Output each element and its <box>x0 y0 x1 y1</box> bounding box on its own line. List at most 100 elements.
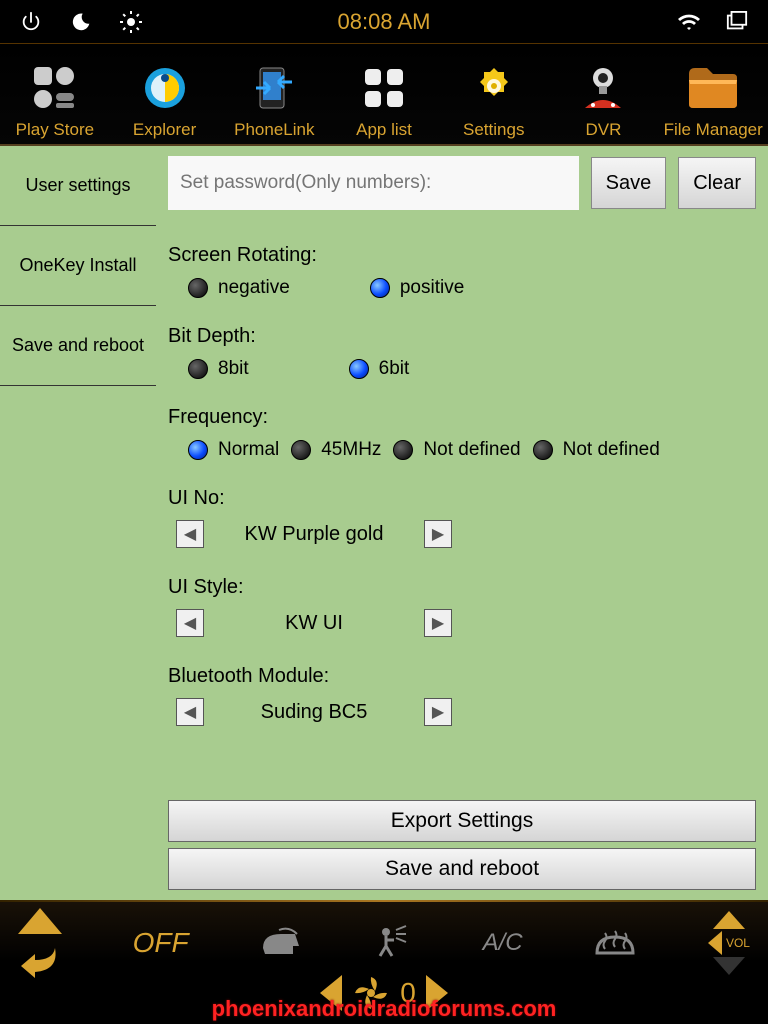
watermark: phoenixandroidradioforums.com <box>212 996 557 1022</box>
file-manager-icon <box>685 60 741 116</box>
main-area: User settings OneKey Install Save and re… <box>0 146 768 900</box>
radio-label: 6bit <box>379 358 410 380</box>
ui-style-label: UI Style: <box>168 576 756 599</box>
app-dvr[interactable]: DVR <box>549 50 659 144</box>
play-store-icon <box>27 60 83 116</box>
bluetooth-next[interactable]: ▶ <box>424 698 452 726</box>
radio-8bit[interactable]: 8bit <box>188 358 249 380</box>
off-button[interactable]: OFF <box>133 927 189 959</box>
night-icon[interactable] <box>68 9 94 35</box>
vol-button[interactable] <box>708 931 722 955</box>
footer-buttons: Export Settings Save and reboot <box>168 800 756 890</box>
radio-label: negative <box>218 277 290 299</box>
app-label: DVR <box>586 120 622 140</box>
radio-normal[interactable]: Normal <box>188 439 279 461</box>
radio-dot-icon <box>370 278 390 298</box>
temp-up-button[interactable] <box>713 911 745 929</box>
export-settings-button[interactable]: Export Settings <box>168 800 756 842</box>
windows-icon[interactable] <box>724 9 750 35</box>
app-label: Settings <box>463 120 524 140</box>
app-label: App list <box>356 120 412 140</box>
sidebar-onekey-install[interactable]: OneKey Install <box>0 226 156 306</box>
radio-dot-icon <box>188 278 208 298</box>
bluetooth-label: Bluetooth Module: <box>168 665 756 688</box>
radio-label: 8bit <box>218 358 249 380</box>
phonelink-icon <box>246 60 302 116</box>
ui-no-next[interactable]: ▶ <box>424 520 452 548</box>
ui-no-prev[interactable]: ◀ <box>176 520 204 548</box>
app-label: Play Store <box>16 120 94 140</box>
radio-label: Not defined <box>563 439 660 461</box>
radio-label: Not defined <box>423 439 520 461</box>
app-settings[interactable]: Settings <box>439 50 549 144</box>
settings-icon <box>466 60 522 116</box>
radio-45mhz[interactable]: 45MHz <box>291 439 381 461</box>
bluetooth-spinner: ◀ Suding BC5 ▶ <box>176 698 756 726</box>
screen-rotating-options: negative positive <box>188 277 756 299</box>
settings-sidebar: User settings OneKey Install Save and re… <box>0 146 156 900</box>
app-app-list[interactable]: App list <box>329 50 439 144</box>
ui-style-value: KW UI <box>224 612 404 635</box>
app-explorer[interactable]: Explorer <box>110 50 220 144</box>
ac-button[interactable]: A/C <box>483 929 523 957</box>
frequency-label: Frequency: <box>168 406 756 429</box>
save-and-reboot-button[interactable]: Save and reboot <box>168 848 756 890</box>
password-input[interactable] <box>168 156 579 210</box>
radio-negative[interactable]: negative <box>188 277 290 299</box>
defrost-icon <box>593 927 637 959</box>
defrost-button[interactable] <box>593 927 637 959</box>
app-bar: Play Store Explorer PhoneLink App list S… <box>0 44 768 146</box>
power-icon[interactable] <box>18 9 44 35</box>
settings-content: Save Clear Screen Rotating: negative pos… <box>156 146 768 900</box>
password-row: Save Clear <box>168 156 756 210</box>
radio-notdef2[interactable]: Not defined <box>533 439 660 461</box>
radio-dot-icon <box>349 359 369 379</box>
radio-dot-icon <box>291 440 311 460</box>
ui-style-next[interactable]: ▶ <box>424 609 452 637</box>
radio-label: Normal <box>218 439 279 461</box>
ui-no-value: KW Purple gold <box>224 523 404 546</box>
chevron-down-icon <box>713 957 745 975</box>
app-play-store[interactable]: Play Store <box>0 50 110 144</box>
bluetooth-prev[interactable]: ◀ <box>176 698 204 726</box>
bit-depth-label: Bit Depth: <box>168 325 756 348</box>
ui-no-spinner: ◀ KW Purple gold ▶ <box>176 520 756 548</box>
ui-style-spinner: ◀ KW UI ▶ <box>176 609 756 637</box>
app-label: Explorer <box>133 120 196 140</box>
airflow-button[interactable] <box>374 924 412 962</box>
app-list-icon <box>356 60 412 116</box>
temp-down-button[interactable] <box>713 957 745 975</box>
bottom-bar: OFF A/C VOL 0 phoenixandroidradioforums.… <box>0 900 768 1024</box>
airflow-icon <box>374 924 412 962</box>
bit-depth-options: 8bit 6bit <box>188 358 756 380</box>
save-button[interactable]: Save <box>591 157 667 209</box>
bottom-row-1: OFF A/C VOL <box>0 902 768 978</box>
home-button[interactable] <box>18 908 62 934</box>
radio-label: positive <box>400 277 464 299</box>
back-button[interactable] <box>19 944 61 978</box>
status-left-group <box>18 9 144 35</box>
clear-button[interactable]: Clear <box>678 157 756 209</box>
sidebar-user-settings[interactable]: User settings <box>0 146 156 226</box>
screen-rotating-label: Screen Rotating: <box>168 244 756 267</box>
status-bar: 08:08 AM <box>0 0 768 44</box>
radio-notdef1[interactable]: Not defined <box>393 439 520 461</box>
app-phonelink[interactable]: PhoneLink <box>219 50 329 144</box>
radio-dot-icon <box>188 359 208 379</box>
app-file-manager[interactable]: File Manager <box>658 50 768 144</box>
sidebar-save-reboot[interactable]: Save and reboot <box>0 306 156 386</box>
brightness-icon[interactable] <box>118 9 144 35</box>
app-label: PhoneLink <box>234 120 314 140</box>
recirculate-button[interactable] <box>259 926 303 960</box>
ui-no-label: UI No: <box>168 487 756 510</box>
wifi-icon[interactable] <box>676 9 702 35</box>
frequency-options: Normal 45MHz Not defined Not defined <box>188 439 756 461</box>
recirculate-icon <box>259 926 303 960</box>
radio-6bit[interactable]: 6bit <box>349 358 410 380</box>
vol-label: VOL <box>726 936 750 950</box>
speaker-icon <box>708 931 722 955</box>
ui-style-prev[interactable]: ◀ <box>176 609 204 637</box>
radio-positive[interactable]: positive <box>370 277 464 299</box>
app-label: File Manager <box>664 120 763 140</box>
radio-dot-icon <box>188 440 208 460</box>
